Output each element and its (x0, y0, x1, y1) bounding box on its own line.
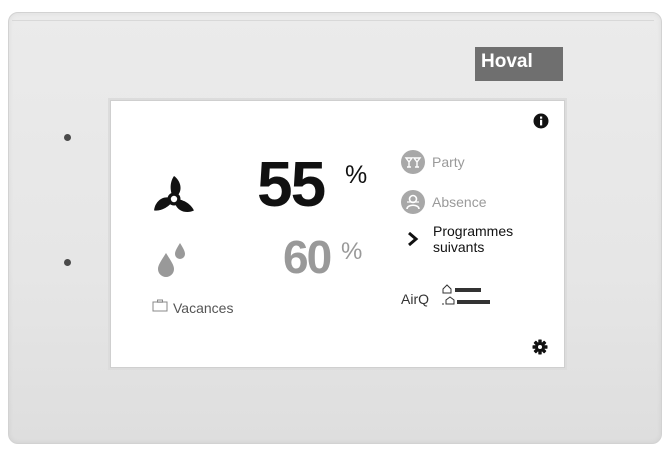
indoor-outdoor-bars-icon (439, 283, 497, 307)
chevron-right-icon[interactable] (407, 231, 419, 247)
touch-screen: 55 % 60 % Party Absence Programmes suiva… (110, 100, 565, 368)
water-drops-icon (156, 241, 188, 277)
bezel-edge-line (12, 20, 654, 21)
suitcase-icon (152, 299, 168, 312)
info-icon[interactable] (533, 113, 549, 129)
fan-level-unit: % (345, 161, 368, 189)
fan-level-value[interactable]: 55 (257, 149, 326, 219)
party-label[interactable]: Party (432, 154, 465, 170)
humidity-value[interactable]: 60 (283, 231, 332, 283)
cocktail-glasses-icon[interactable] (401, 150, 425, 174)
mounting-hole-bottom (64, 259, 71, 266)
gear-icon[interactable] (532, 339, 548, 355)
vacation-label[interactable]: Vacances (173, 300, 233, 316)
next-programs-line-2: suivants (433, 239, 485, 255)
next-programs-label[interactable]: Programmes suivants (433, 223, 513, 255)
mounting-hole-top (64, 134, 71, 141)
humidity-unit: % (341, 238, 363, 265)
next-programs-line-1: Programmes (433, 223, 514, 239)
fan-icon (147, 174, 201, 224)
brand-logo: Hoval (475, 47, 563, 81)
absence-label[interactable]: Absence (432, 194, 486, 210)
air-quality-label[interactable]: AirQ (401, 291, 429, 307)
person-away-icon[interactable] (401, 190, 425, 214)
